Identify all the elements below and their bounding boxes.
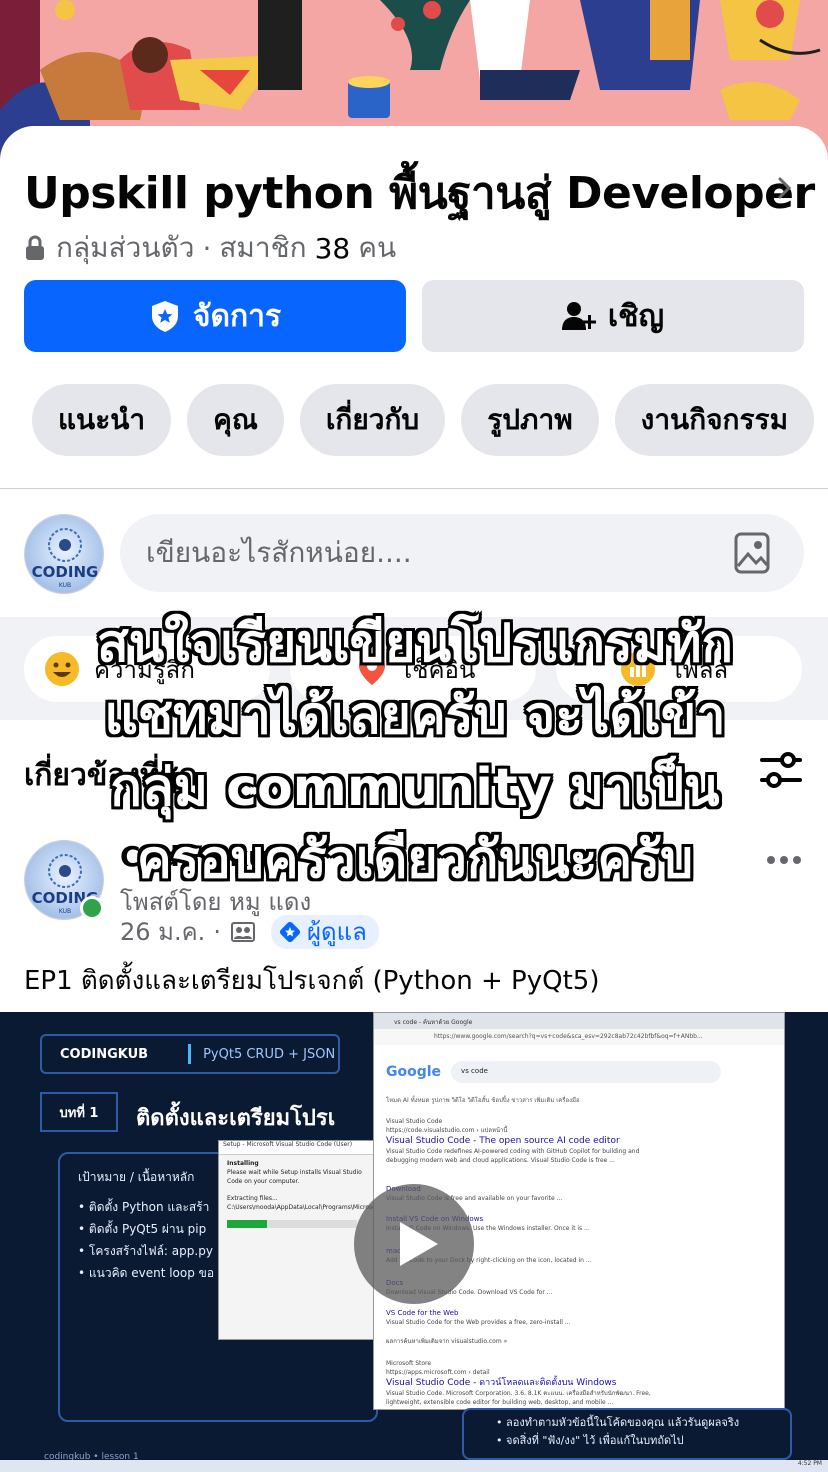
search-result: Visual Studio Code https://code.visualst… <box>386 1117 666 1165</box>
sitelink-title: VS Code for the Web <box>386 1309 459 1317</box>
more-results-link: ผลการค้นหาเพิ่มเติมจาก visualstudio.com … <box>386 1338 508 1345</box>
overlay-line: สนใจเรียนเขียนโปรแกรมทัก <box>96 614 734 674</box>
meta-separator: · <box>202 231 212 265</box>
result-url: https://apps.microsoft.com › detail <box>386 1369 490 1376</box>
tab-featured[interactable]: แนะนำ <box>32 384 172 456</box>
play-button[interactable] <box>354 1184 474 1304</box>
installer-path: C:\Users\mooda\AppData\Local\Programs\Mi… <box>227 1204 379 1211</box>
sitelink: VS Code for the Web Visual Studio Code f… <box>386 1309 666 1327</box>
overlay-caption: สนใจเรียนเขียนโปรแกรมทัก แชทมาได้เลยครับ… <box>30 608 800 896</box>
post-video[interactable]: CODINGKUB PyQt5 CRUD + JSON บทที่ 1 ติดต… <box>0 1012 828 1472</box>
admin-badge[interactable]: ผู้ดูแล <box>270 914 379 949</box>
overlay-line: ครอบครัวเดียวกันนะครับ <box>136 830 694 890</box>
google-logo: Google <box>386 1064 442 1080</box>
video-bullets: ติดตั้ง Python และสร้า ติดตั้ง PyQt5 ผ่า… <box>78 1196 214 1284</box>
result-site: Visual Studio Code <box>386 1118 443 1125</box>
result-desc: Visual Studio Code. Microsoft Corporatio… <box>386 1390 651 1406</box>
invite-button[interactable]: เชิญ <box>422 280 804 352</box>
members-count[interactable]: 38 <box>315 232 351 265</box>
result-site: Microsoft Store <box>386 1360 432 1367</box>
installer-progress <box>227 1220 357 1228</box>
google-tabs: โหมด AI ทั้งหมด รูปภาพ วิดีโอ วิดีโอสั้น… <box>386 1097 580 1104</box>
manage-button[interactable]: จัดการ <box>24 280 406 352</box>
manage-button-label: จัดการ <box>192 298 282 334</box>
result-url: https://code.visualstudio.com › แปลหน้าน… <box>386 1127 508 1134</box>
overlay-line: แชทมาได้เลยครับ จะได้เข้า <box>104 686 726 746</box>
installer-extract: Extracting files... <box>227 1195 278 1202</box>
video-bottom-bullet: จดสิ่งที่ "ฟัง/งง" ไว้ เพื่อแก้ในบทถัดไป <box>496 1432 790 1450</box>
svg-text:CODING: CODING <box>32 563 99 581</box>
video-bullet: ติดตั้ง PyQt5 ผ่าน pip <box>78 1218 214 1240</box>
tab-photos[interactable]: รูปภาพ <box>461 384 599 456</box>
installer-titlebar: Setup - Microsoft Visual Studio Code (Us… <box>219 1141 387 1155</box>
result-title: Visual Studio Code - The open source AI … <box>386 1136 620 1146</box>
video-bullet: แนวคิด event loop ขอ <box>78 1262 214 1284</box>
video-heading: ติดตั้งและเตรียมโปรเ <box>136 1106 336 1131</box>
video-box-title: เป้าหมาย / เนื้อหาหลัก <box>78 1170 195 1184</box>
group-tabs: แนะนำ คุณ เกี่ยวกับ รูปภาพ งานกิจกรรม <box>32 384 815 456</box>
admin-badge-label: ผู้ดูแล <box>306 918 367 946</box>
video-bottom-box: ลองทำตามหัวข้อนี้ในโค้ดของคุณ แล้วรันดูผ… <box>462 1408 792 1460</box>
play-icon <box>400 1222 438 1266</box>
privacy-label: กลุ่มส่วนตัว <box>56 231 195 264</box>
shield-star-icon <box>151 301 178 332</box>
group-title[interactable]: Upskill python พื้นฐานสู่ Developer <box>24 158 815 228</box>
photo-icon[interactable] <box>734 532 770 574</box>
video-brand-name: CODINGKUB <box>60 1046 149 1062</box>
admin-badge-icon <box>279 921 301 942</box>
video-episode: บทที่ 1 <box>40 1092 118 1132</box>
video-bullet: โครงสร้างไฟล์: app.py <box>78 1240 214 1262</box>
divider <box>0 488 828 489</box>
tab-you[interactable]: คุณ <box>187 384 284 456</box>
meta-separator: · <box>213 917 221 946</box>
svg-text:KUB: KUB <box>59 582 71 589</box>
post-text: EP1 ติดตั้งและเตรียมโปรเจกต์ (Python + P… <box>24 966 600 996</box>
post-date[interactable]: 26 ม.ค. <box>120 912 205 951</box>
video-brand-divider <box>188 1044 192 1064</box>
post-meta: 26 ม.ค. · ผู้ดูแล <box>120 912 379 951</box>
overlay-line: กลุ่ม community มาเป็น <box>110 758 720 818</box>
search-result: Microsoft Store https://apps.microsoft.c… <box>386 1359 666 1407</box>
avatar-logo: CODING KUB <box>25 515 103 593</box>
tab-about[interactable]: เกี่ยวกับ <box>299 384 446 456</box>
online-status-dot <box>80 896 104 920</box>
group-icon <box>230 921 255 942</box>
tab-events[interactable]: งานกิจกรรม <box>614 384 815 456</box>
google-query: vs code <box>451 1061 722 1083</box>
lock-icon <box>26 235 44 260</box>
members-unit: คน <box>358 231 397 264</box>
browser-tab: vs code - ค้นหาด้วย Google <box>374 1013 784 1029</box>
result-title: Visual Studio Code - ดาวน์โหลดและติดตั้ง… <box>386 1378 617 1388</box>
result-desc: Visual Studio Code redefines AI-powered … <box>386 1148 640 1164</box>
video-taskbar: 4:52 PM <box>0 1460 828 1472</box>
chevron-right-icon[interactable] <box>774 174 796 202</box>
google-search-bar: Google vs code <box>386 1061 722 1083</box>
invite-button-label: เชิญ <box>607 298 665 334</box>
group-meta: กลุ่มส่วนตัว · สมาชิก 38 คน <box>24 226 396 270</box>
installer-status: Installing <box>227 1160 259 1167</box>
avatar[interactable]: CODING KUB <box>24 514 104 594</box>
video-bottom-bullet: ลองทำตามหัวข้อนี้ในโค้ดของคุณ แล้วรันดูผ… <box>496 1414 790 1432</box>
browser-url: https://www.google.com/search?q=vs+code&… <box>374 1029 784 1045</box>
svg-text:KUB: KUB <box>59 908 71 915</box>
video-bullet: ติดตั้ง Python และสร้า <box>78 1196 214 1218</box>
composer-input[interactable]: เขียนอะไรสักหน่อย.... <box>120 514 804 592</box>
members-label[interactable]: สมาชิก <box>219 226 306 270</box>
installer-message: Please wait while Setup installs Visual … <box>227 1169 362 1185</box>
sitelink-desc: Visual Studio Code for the Web provides … <box>386 1319 571 1326</box>
video-brand: CODINGKUB PyQt5 CRUD + JSON <box>40 1034 340 1074</box>
add-person-icon <box>561 302 596 330</box>
video-brand-subtitle: PyQt5 CRUD + JSON <box>203 1046 336 1062</box>
